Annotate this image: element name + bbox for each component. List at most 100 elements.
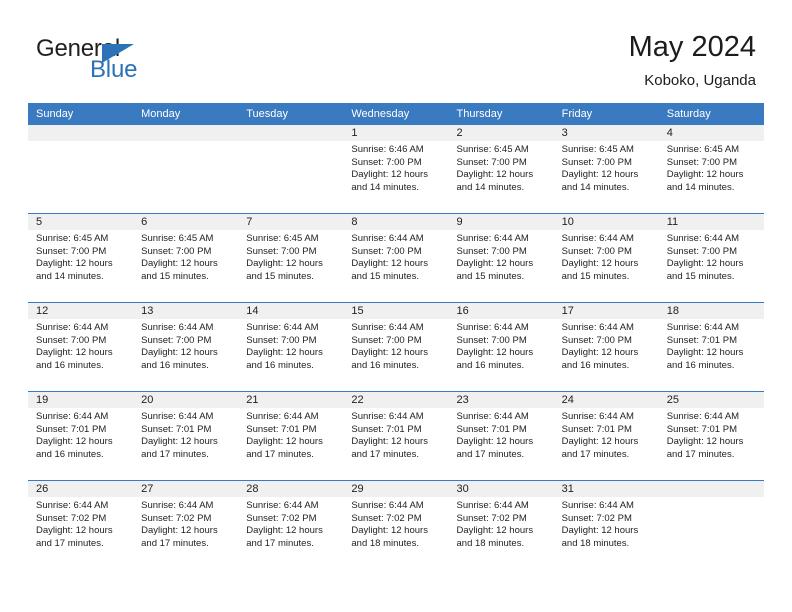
calendar-day-cell[interactable]: 13 Sunrise: 6:44 AM Sunset: 7:00 PM Dayligh… [133, 303, 239, 391]
daylight-text-line2: and 16 minutes. [36, 359, 104, 371]
sunrise-text: Sunrise: 6:44 AM [351, 500, 424, 511]
daylight-text-line2: and 17 minutes. [456, 448, 525, 460]
day-number: 6 [133, 214, 239, 230]
sunset-text: Sunset: 7:00 PM [351, 156, 422, 168]
sunrise-text: Sunrise: 6:44 AM [666, 411, 740, 422]
calendar-day-cell[interactable]: 2 Sunrise: 6:45 AM Sunset: 7:00 PM Daylight… [448, 125, 554, 213]
calendar-weeks: 1 Sunrise: 6:46 AM Sunset: 7:00 PM Daylight… [28, 125, 764, 569]
sunset-text: Sunset: 7:00 PM [141, 245, 212, 257]
sunrise-text: Sunrise: 6:44 AM [36, 322, 109, 333]
daylight-text-line1: Daylight: 12 hours [141, 347, 218, 359]
calendar-day-cell[interactable]: 22 Sunrise: 6:44 AM Sunset: 7:01 PM Dayligh… [343, 392, 449, 480]
sunrise-text: Sunrise: 6:44 AM [456, 411, 529, 422]
day-details: Sunrise: 6:44 AM Sunset: 7:00 PM Daylight:… [554, 319, 659, 372]
day-number: 9 [448, 214, 554, 230]
calendar-day-cell[interactable]: 14 Sunrise: 6:44 AM Sunset: 7:00 PM Dayligh… [238, 303, 344, 391]
day-number: 25 [658, 392, 764, 408]
calendar-day-cell[interactable]: 11 Sunrise: 6:44 AM Sunset: 7:00 PM Dayligh… [658, 214, 764, 302]
daylight-text-line2: and 16 minutes. [36, 448, 104, 460]
day-details: Sunrise: 6:45 AM Sunset: 7:00 PM Daylight:… [554, 141, 659, 194]
daylight-text-line2: and 15 minutes. [456, 270, 525, 282]
sunrise-text: Sunrise: 6:44 AM [141, 322, 214, 333]
calendar-week-row: 5 Sunrise: 6:45 AM Sunset: 7:00 PM Daylight… [28, 213, 764, 302]
day-details: Sunrise: 6:44 AM Sunset: 7:02 PM Daylight:… [554, 497, 659, 550]
calendar-day-cell[interactable]: 9 Sunrise: 6:44 AM Sunset: 7:00 PM Daylight… [448, 214, 554, 302]
sunset-text: Sunset: 7:00 PM [456, 156, 527, 168]
day-number: 13 [133, 303, 239, 319]
day-details: Sunrise: 6:44 AM Sunset: 7:00 PM Daylight:… [238, 319, 343, 372]
calendar-day-cell[interactable]: 16 Sunrise: 6:44 AM Sunset: 7:00 PM Dayligh… [448, 303, 554, 391]
sunset-text: Sunset: 7:00 PM [351, 245, 422, 257]
calendar-day-cell[interactable]: 1 Sunrise: 6:46 AM Sunset: 7:00 PM Daylight… [343, 125, 449, 213]
calendar-day-cell[interactable]: 8 Sunrise: 6:44 AM Sunset: 7:00 PM Daylight… [343, 214, 449, 302]
weekday-header-sunday: Sunday [36, 108, 74, 120]
day-number: 16 [448, 303, 554, 319]
sunrise-text: Sunrise: 6:44 AM [561, 322, 634, 333]
calendar-day-cell[interactable]: 12 Sunrise: 6:44 AM Sunset: 7:00 PM Dayligh… [28, 303, 134, 391]
day-number: 23 [448, 392, 554, 408]
calendar-day-cell[interactable]: 20 Sunrise: 6:44 AM Sunset: 7:01 PM Dayligh… [133, 392, 239, 480]
calendar-day-cell[interactable]: 15 Sunrise: 6:44 AM Sunset: 7:00 PM Dayligh… [343, 303, 449, 391]
calendar-day-cell[interactable]: 30 Sunrise: 6:44 AM Sunset: 7:02 PM Dayligh… [448, 481, 554, 569]
calendar-day-cell[interactable]: 6 Sunrise: 6:45 AM Sunset: 7:00 PM Daylight… [133, 214, 239, 302]
daylight-text-line1: Daylight: 12 hours [561, 258, 639, 270]
weekday-header-thursday: Thursday [456, 108, 503, 120]
day-number [238, 125, 344, 141]
day-number [658, 481, 764, 497]
daylight-text-line2: and 15 minutes. [351, 270, 419, 282]
day-number: 11 [658, 214, 764, 230]
day-details: Sunrise: 6:45 AM Sunset: 7:00 PM Daylight:… [659, 141, 764, 194]
sunrise-text: Sunrise: 6:44 AM [351, 322, 424, 333]
calendar-day-cell[interactable]: 4 Sunrise: 6:45 AM Sunset: 7:00 PM Daylight… [658, 125, 764, 213]
daylight-text-line2: and 16 minutes. [246, 359, 314, 371]
sunrise-text: Sunrise: 6:44 AM [141, 411, 214, 422]
daylight-text-line2: and 17 minutes. [246, 448, 314, 460]
daylight-text-line2: and 17 minutes. [666, 448, 735, 460]
daylight-text-line2: and 14 minutes. [36, 270, 104, 282]
daylight-text-line2: and 17 minutes. [141, 448, 209, 460]
sunset-text: Sunset: 7:02 PM [246, 512, 317, 524]
calendar-day-cell[interactable]: 27 Sunrise: 6:44 AM Sunset: 7:02 PM Dayligh… [133, 481, 239, 569]
calendar-grid: Sunday Monday Tuesday Wednesday Thursday… [28, 103, 764, 569]
day-number: 3 [553, 125, 659, 141]
calendar-day-cell[interactable]: 18 Sunrise: 6:44 AM Sunset: 7:01 PM Dayligh… [658, 303, 764, 391]
day-number: 1 [343, 125, 449, 141]
day-number: 10 [553, 214, 659, 230]
sunrise-text: Sunrise: 6:44 AM [561, 233, 634, 244]
calendar-day-cell[interactable]: 29 Sunrise: 6:44 AM Sunset: 7:02 PM Dayligh… [343, 481, 449, 569]
calendar-day-cell[interactable]: 26 Sunrise: 6:44 AM Sunset: 7:02 PM Dayligh… [28, 481, 134, 569]
day-number: 22 [343, 392, 449, 408]
daylight-text-line1: Daylight: 12 hours [141, 258, 218, 270]
calendar-day-cell[interactable]: 19 Sunrise: 6:44 AM Sunset: 7:01 PM Dayligh… [28, 392, 134, 480]
calendar-day-cell[interactable]: 24 Sunrise: 6:44 AM Sunset: 7:01 PM Dayligh… [553, 392, 659, 480]
sunset-text: Sunset: 7:00 PM [561, 156, 632, 168]
daylight-text-line2: and 15 minutes. [246, 270, 314, 282]
daylight-text-line1: Daylight: 12 hours [36, 525, 113, 537]
calendar-day-cell[interactable]: 23 Sunrise: 6:44 AM Sunset: 7:01 PM Dayligh… [448, 392, 554, 480]
calendar-day-cell[interactable]: 3 Sunrise: 6:45 AM Sunset: 7:00 PM Daylight… [553, 125, 659, 213]
calendar-day-cell[interactable]: 31 Sunrise: 6:44 AM Sunset: 7:02 PM Dayligh… [553, 481, 659, 569]
daylight-text-line2: and 17 minutes. [141, 537, 209, 549]
calendar-day-cell[interactable]: 17 Sunrise: 6:44 AM Sunset: 7:00 PM Dayligh… [553, 303, 659, 391]
day-number: 5 [28, 214, 134, 230]
day-number: 18 [658, 303, 764, 319]
calendar-day-cell[interactable]: 25 Sunrise: 6:44 AM Sunset: 7:01 PM Dayligh… [658, 392, 764, 480]
calendar-day-cell[interactable]: 21 Sunrise: 6:44 AM Sunset: 7:01 PM Dayligh… [238, 392, 344, 480]
sunrise-text: Sunrise: 6:44 AM [561, 500, 634, 511]
day-number: 29 [343, 481, 449, 497]
day-number: 7 [238, 214, 344, 230]
sunset-text: Sunset: 7:00 PM [456, 334, 527, 346]
calendar-day-cell[interactable]: 5 Sunrise: 6:45 AM Sunset: 7:00 PM Daylight… [28, 214, 134, 302]
sunset-text: Sunset: 7:01 PM [351, 423, 422, 435]
day-details: Sunrise: 6:44 AM Sunset: 7:00 PM Daylight:… [449, 230, 554, 283]
weekday-header-tuesday: Tuesday [246, 108, 289, 120]
calendar-day-cell[interactable]: 7 Sunrise: 6:45 AM Sunset: 7:00 PM Daylight… [238, 214, 344, 302]
calendar-day-cell-empty [28, 125, 134, 213]
day-details: Sunrise: 6:44 AM Sunset: 7:01 PM Daylight:… [659, 319, 764, 372]
daylight-text-line2: and 15 minutes. [561, 270, 630, 282]
calendar-day-cell[interactable]: 28 Sunrise: 6:44 AM Sunset: 7:02 PM Dayligh… [238, 481, 344, 569]
sunrise-text: Sunrise: 6:44 AM [456, 322, 529, 333]
calendar-day-cell[interactable]: 10 Sunrise: 6:44 AM Sunset: 7:00 PM Dayligh… [553, 214, 659, 302]
day-number: 8 [343, 214, 449, 230]
daylight-text-line1: Daylight: 12 hours [456, 347, 534, 359]
